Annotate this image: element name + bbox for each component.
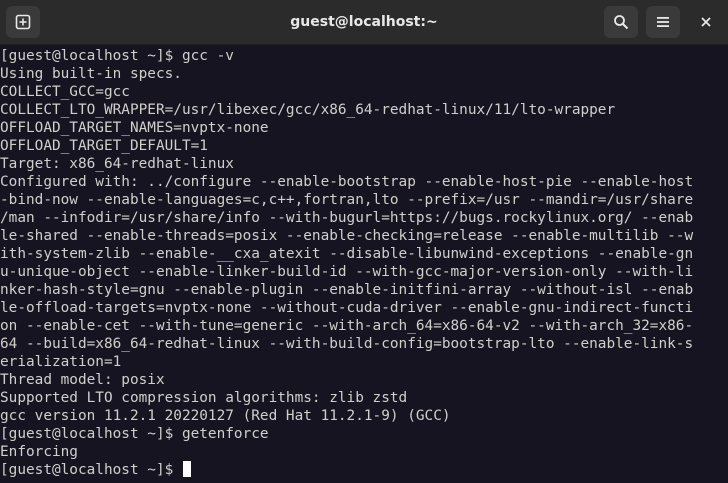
- terminal-line: OFFLOAD_TARGET_DEFAULT=1: [0, 138, 208, 154]
- terminal-line: le-offload-targets=nvptx-none --without-…: [0, 300, 694, 316]
- title-bar: guest@localhost:~: [0, 0, 728, 45]
- terminal-line: ith-system-zlib --enable-__cxa_atexit --…: [0, 246, 694, 262]
- terminal-line: COLLECT_GCC=gcc: [0, 84, 130, 100]
- close-button[interactable]: [689, 6, 723, 38]
- terminal-line: COLLECT_LTO_WRAPPER=/usr/libexec/gcc/x86…: [0, 102, 616, 118]
- terminal-line: [guest@localhost ~]$ getenforce: [0, 426, 269, 442]
- terminal-line: erialization=1: [0, 354, 122, 370]
- terminal-line: nker-hash-style=gnu --enable-plugin --en…: [0, 282, 694, 298]
- terminal-line: 64 --build=x86_64-redhat-linux --with-bu…: [0, 336, 694, 352]
- terminal-line: /man --infodir=/usr/share/info --with-bu…: [0, 210, 694, 226]
- search-icon: [613, 14, 629, 30]
- terminal-line: u-unique-object --enable-linker-build-id…: [0, 264, 694, 280]
- terminal-line: Thread model: posix: [0, 372, 165, 388]
- terminal-line: on --enable-cet --with-tune=generic --wi…: [0, 318, 694, 334]
- shell-prompt: [guest@localhost ~]$: [0, 462, 182, 478]
- terminal-window: guest@localhost:~ [guest@localhost ~]$ g…: [0, 0, 728, 483]
- terminal-line: Supported LTO compression algorithms: zl…: [0, 390, 408, 406]
- terminal-line: gcc version 11.2.1 20220127 (Red Hat 11.…: [0, 408, 451, 424]
- terminal-line: Target: x86_64-redhat-linux: [0, 156, 234, 172]
- terminal-line: [guest@localhost ~]$ gcc -v: [0, 48, 234, 64]
- terminal-line: -bind-now --enable-languages=c,c++,fortr…: [0, 192, 694, 208]
- terminal-line: le-shared --enable-threads=posix --enabl…: [0, 228, 694, 244]
- menu-button[interactable]: [646, 6, 680, 38]
- prompt-line[interactable]: [guest@localhost ~]$: [0, 461, 728, 479]
- search-button[interactable]: [604, 6, 638, 38]
- terminal-line: Enforcing: [0, 444, 78, 460]
- terminal-line: Using built-in specs.: [0, 66, 182, 82]
- text-cursor: [182, 461, 191, 477]
- terminal-line: Configured with: ../configure --enable-b…: [0, 174, 694, 190]
- terminal-line: OFFLOAD_TARGET_NAMES=nvptx-none: [0, 120, 269, 136]
- terminal-output[interactable]: [guest@localhost ~]$ gcc -v Using built-…: [0, 45, 728, 483]
- hamburger-menu-icon: [656, 16, 670, 28]
- close-icon: [700, 16, 712, 28]
